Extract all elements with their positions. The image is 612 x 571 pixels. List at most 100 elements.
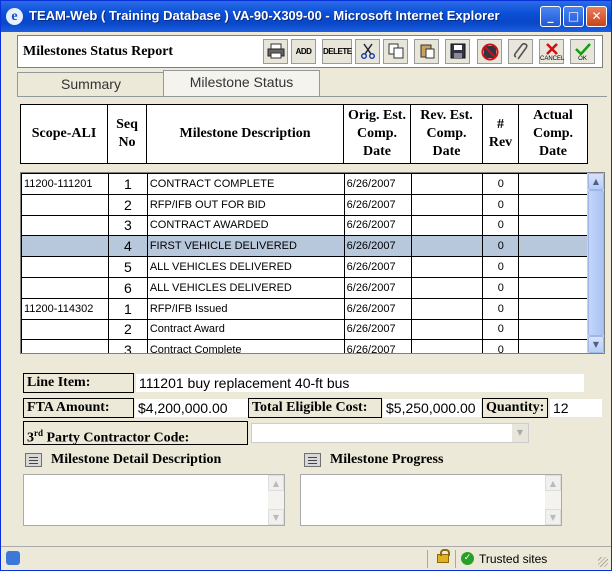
cell-rev-est-date (410, 173, 484, 195)
maximize-button[interactable]: □ (563, 6, 584, 27)
print-icon (267, 43, 284, 59)
table-row[interactable]: 11200-111201 1 CONTRACT COMPLETE 6/26/2007 0 (21, 173, 588, 195)
contractor-code-select[interactable]: ▼ (251, 423, 529, 443)
textarea-scrollbar[interactable]: ▲ ▼ (268, 475, 284, 525)
note-icon[interactable] (25, 453, 42, 467)
table-row[interactable]: 4 FIRST VEHICLE DELIVERED 6/26/2007 0 (21, 235, 588, 258)
cell-scope-ali (21, 235, 109, 258)
header-num-rev: # Rev (483, 105, 519, 163)
cell-num-rev: 0 (482, 214, 520, 237)
milestone-table: 11200-111201 1 CONTRACT COMPLETE 6/26/2007 0… (21, 173, 588, 353)
table-header: Scope-ALI Seq No Milestone Description O… (20, 104, 588, 164)
header-scope-ali: Scope-ALI (21, 105, 108, 163)
fta-amount-label: FTA Amount: (23, 398, 134, 418)
cell-actual-date (518, 339, 588, 353)
table-row[interactable]: 3 CONTRACT AWARDED 6/26/2007 0 (21, 214, 588, 237)
cell-description: Contract Award (146, 318, 345, 341)
cell-actual-date (518, 297, 588, 320)
table-row[interactable]: 5 ALL VEHICLES DELIVERED 6/26/2007 0 (21, 256, 588, 278)
copy-button[interactable] (383, 39, 408, 64)
header-orig-est: Orig. Est. Comp. Date (344, 105, 411, 163)
cell-orig-est-date: 6/26/2007 (343, 193, 412, 216)
save-button[interactable] (445, 39, 470, 64)
table-row[interactable]: 2 Contract Award 6/26/2007 0 (21, 318, 588, 341)
cell-scope-ali (21, 214, 109, 237)
cell-seq-no: 5 (107, 256, 148, 278)
attachment-icon (513, 43, 528, 60)
cell-seq-no: 3 (107, 214, 148, 237)
scroll-up-icon[interactable]: ▲ (545, 475, 561, 491)
cell-num-rev: 0 (482, 297, 520, 320)
page-icon (6, 551, 20, 565)
scroll-up-icon[interactable]: ▲ (268, 475, 284, 491)
cell-scope-ali (21, 276, 109, 299)
browser-window: e TEAM-Web ( Training Database ) VA-90-X… (0, 0, 612, 571)
scroll-down-icon[interactable]: ▼ (545, 509, 561, 525)
table-row[interactable]: 3 Contract Complete 6/26/2007 0 (21, 339, 588, 353)
cell-description: RFP/IFB Issued (146, 297, 345, 320)
ok-label: OK (578, 56, 587, 62)
cell-seq-no: 1 (107, 297, 148, 320)
delete-button[interactable]: DELETE (322, 39, 352, 64)
cell-description: CONTRACT AWARDED (146, 214, 345, 237)
table-row[interactable]: 2 RFP/IFB OUT FOR BID 6/26/2007 0 (21, 193, 588, 216)
add-button[interactable]: ADD (291, 39, 316, 64)
total-eligible-value: $5,250,000.00 (383, 399, 481, 417)
status-bar: ✓ Trusted sites (1, 546, 611, 570)
note-icon-progress[interactable] (304, 453, 321, 467)
header-actual: Actual Comp. Date (532, 108, 574, 159)
status-divider (455, 550, 456, 568)
cell-orig-est-date: 6/26/2007 (343, 318, 412, 341)
cut-button[interactable] (355, 39, 380, 64)
cell-scope-ali (21, 339, 109, 353)
detail-description-label: Milestone Detail Description (51, 452, 222, 467)
cell-actual-date (518, 235, 588, 258)
minimize-button[interactable]: _ (540, 6, 561, 27)
ok-button[interactable]: OK (570, 39, 595, 64)
resize-grip-icon[interactable] (598, 557, 608, 567)
tab-milestone-status[interactable]: Milestone Status (163, 70, 320, 96)
status-divider (427, 550, 428, 568)
cell-rev-est-date (410, 193, 484, 216)
detail-description-textarea[interactable]: ▲ ▼ (23, 474, 285, 526)
close-button[interactable]: ✕ (586, 6, 607, 27)
header-description: Milestone Description (147, 105, 344, 163)
grid-scrollbar[interactable]: ▲ ▼ (587, 173, 604, 353)
cell-rev-est-date (410, 256, 484, 278)
cell-description: CONTRACT COMPLETE (146, 173, 345, 195)
line-item-label: Line Item: (23, 373, 134, 393)
cell-scope-ali (21, 256, 109, 278)
contractor-code-label: 3rd Party Contractor Code: (23, 421, 248, 446)
chevron-down-icon[interactable]: ▼ (512, 424, 528, 442)
paste-button[interactable] (414, 39, 439, 64)
scroll-down-icon[interactable]: ▼ (268, 509, 284, 525)
cell-rev-est-date (410, 235, 484, 258)
quantity-value: 12 (550, 399, 602, 417)
check-icon: ✓ (461, 552, 474, 565)
textarea-scrollbar[interactable]: ▲ ▼ (545, 475, 561, 525)
cell-scope-ali: 11200-114302 (21, 297, 109, 320)
cancel-button[interactable]: CANCEL (539, 39, 564, 64)
tab-summary[interactable]: Summary (17, 72, 165, 96)
cell-orig-est-date: 6/26/2007 (343, 339, 412, 353)
progress-textarea[interactable]: ▲ ▼ (300, 474, 562, 526)
cell-rev-est-date (410, 297, 484, 320)
cell-seq-no: 2 (107, 318, 148, 341)
cancel-icon (545, 43, 558, 55)
scroll-up-icon[interactable]: ▲ (588, 173, 604, 190)
copy-icon (388, 43, 403, 59)
cell-orig-est-date: 6/26/2007 (343, 235, 412, 258)
attachment-button[interactable] (508, 39, 533, 64)
scroll-down-icon[interactable]: ▼ (588, 336, 604, 353)
table-row[interactable]: 11200-114302 1 RFP/IFB Issued 6/26/2007 0 (21, 297, 588, 320)
cell-rev-est-date (410, 318, 484, 341)
window-title: TEAM-Web ( Training Database ) VA-90-X30… (29, 8, 500, 23)
cell-num-rev: 0 (482, 339, 520, 353)
print-button[interactable] (263, 39, 288, 64)
table-row[interactable]: 6 ALL VEHICLES DELIVERED 6/26/2007 0 (21, 276, 588, 299)
cell-seq-no: 6 (107, 276, 148, 299)
security-zone: Trusted sites (479, 552, 548, 566)
cell-num-rev: 0 (482, 318, 520, 341)
scroll-thumb[interactable] (588, 190, 604, 336)
no-save-button[interactable] (477, 39, 502, 64)
